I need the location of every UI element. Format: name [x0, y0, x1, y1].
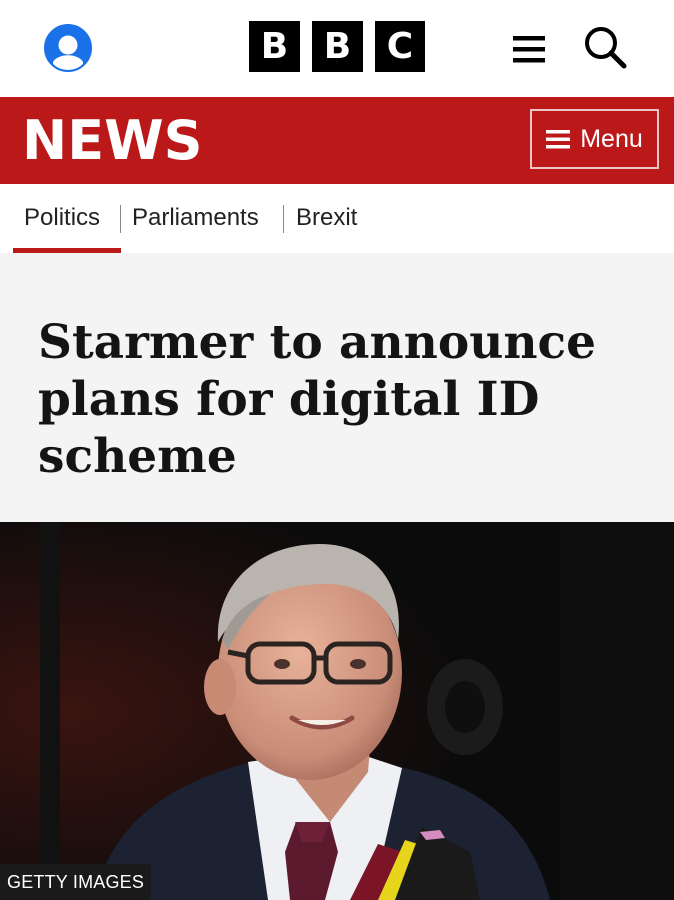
nav-item-brexit[interactable]: Brexit	[296, 184, 357, 253]
nav-item-parliaments[interactable]: Parliaments	[132, 184, 259, 253]
search-icon[interactable]	[583, 25, 629, 71]
logo-letter-b1: B	[249, 21, 300, 72]
account-icon[interactable]	[44, 24, 92, 72]
bbc-logo[interactable]: B B C	[249, 21, 425, 72]
article-photo-illustration	[0, 522, 674, 900]
nav-divider	[283, 205, 284, 233]
logo-letter-c: C	[375, 21, 425, 72]
menu-icon	[546, 130, 571, 149]
article-photo	[0, 522, 674, 900]
menu-button[interactable]: Menu	[530, 109, 659, 169]
menu-label: Menu	[580, 124, 643, 153]
hamburger-icon[interactable]	[513, 34, 547, 64]
nav-divider	[120, 205, 121, 233]
news-wordmark[interactable]: NEWS	[22, 108, 203, 174]
nav-item-politics[interactable]: Politics	[24, 184, 100, 253]
logo-letter-b2: B	[312, 21, 363, 72]
section-nav: Politics Parliaments Brexit	[0, 184, 674, 253]
article-headline: Starmer to announce plans for digital ID…	[38, 315, 597, 484]
top-header: B B C	[0, 0, 674, 97]
image-credit: GETTY IMAGES	[0, 864, 152, 900]
